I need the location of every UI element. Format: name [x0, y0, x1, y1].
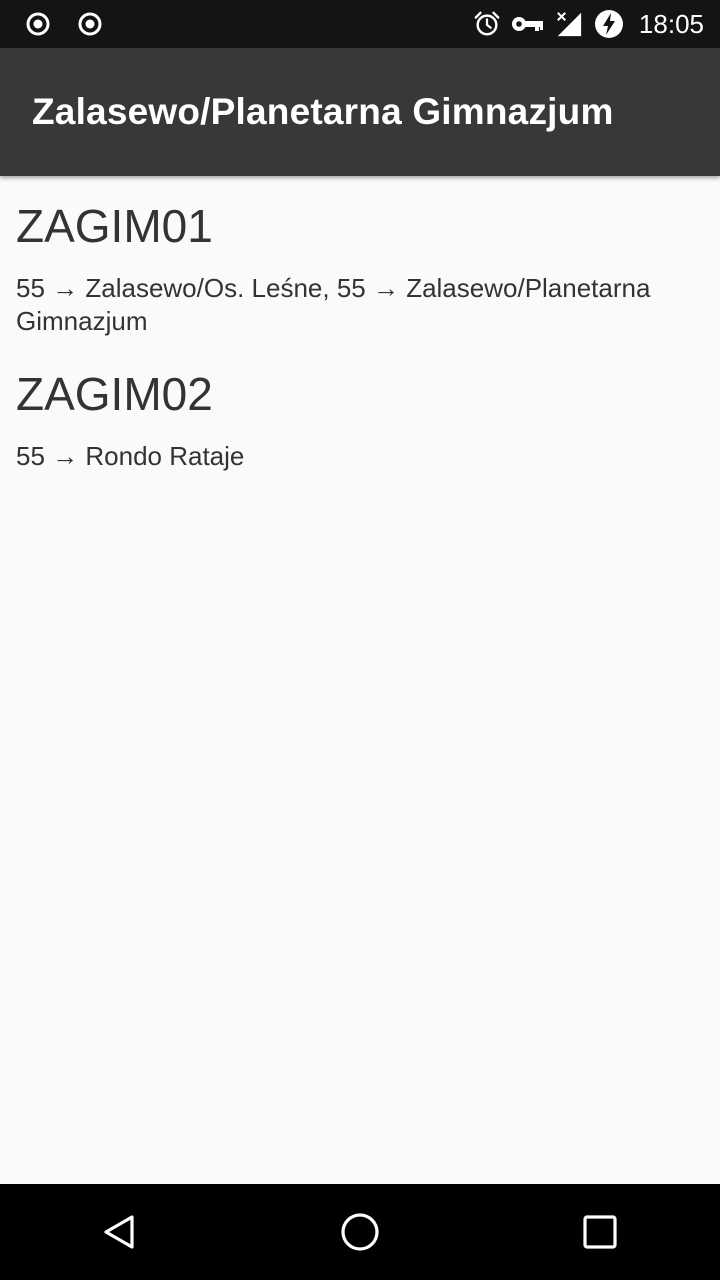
- key-icon: [511, 10, 545, 38]
- record-icon: [76, 10, 104, 38]
- app-bar: Zalasewo/Planetarna Gimnazjum: [0, 48, 720, 176]
- alarm-icon: [473, 10, 501, 38]
- stop-list: ZAGIM01 55 → Zalasewo/Os. Leśne, 55 → Za…: [0, 176, 720, 501]
- battery-charging-icon: [593, 10, 625, 38]
- list-item[interactable]: ZAGIM01 55 → Zalasewo/Os. Leśne, 55 → Za…: [16, 198, 704, 338]
- page-title: Zalasewo/Planetarna Gimnazjum: [32, 91, 614, 132]
- record-icon: [24, 10, 52, 38]
- home-icon: [341, 1213, 379, 1251]
- status-right-icons: 18:05: [473, 9, 720, 40]
- back-icon: [104, 1215, 134, 1249]
- stop-lines: 55 → Rondo Rataje: [16, 441, 245, 471]
- signal-off-icon: [555, 10, 583, 38]
- back-button[interactable]: [72, 1184, 168, 1280]
- stop-code: ZAGIM02: [16, 368, 213, 420]
- status-time: 18:05: [638, 8, 704, 39]
- status-left-icons: [0, 10, 104, 38]
- recents-icon: [583, 1215, 617, 1249]
- stop-lines: 55 → Zalasewo/Os. Leśne, 55 → Zalasewo/P…: [16, 273, 651, 336]
- navigation-bar: [0, 1184, 720, 1280]
- recents-button[interactable]: [552, 1184, 648, 1280]
- list-item[interactable]: ZAGIM02 55 → Rondo Rataje: [16, 366, 704, 473]
- status-bar: 18:05: [0, 0, 720, 48]
- stop-code: ZAGIM01: [16, 200, 213, 252]
- home-button[interactable]: [312, 1184, 408, 1280]
